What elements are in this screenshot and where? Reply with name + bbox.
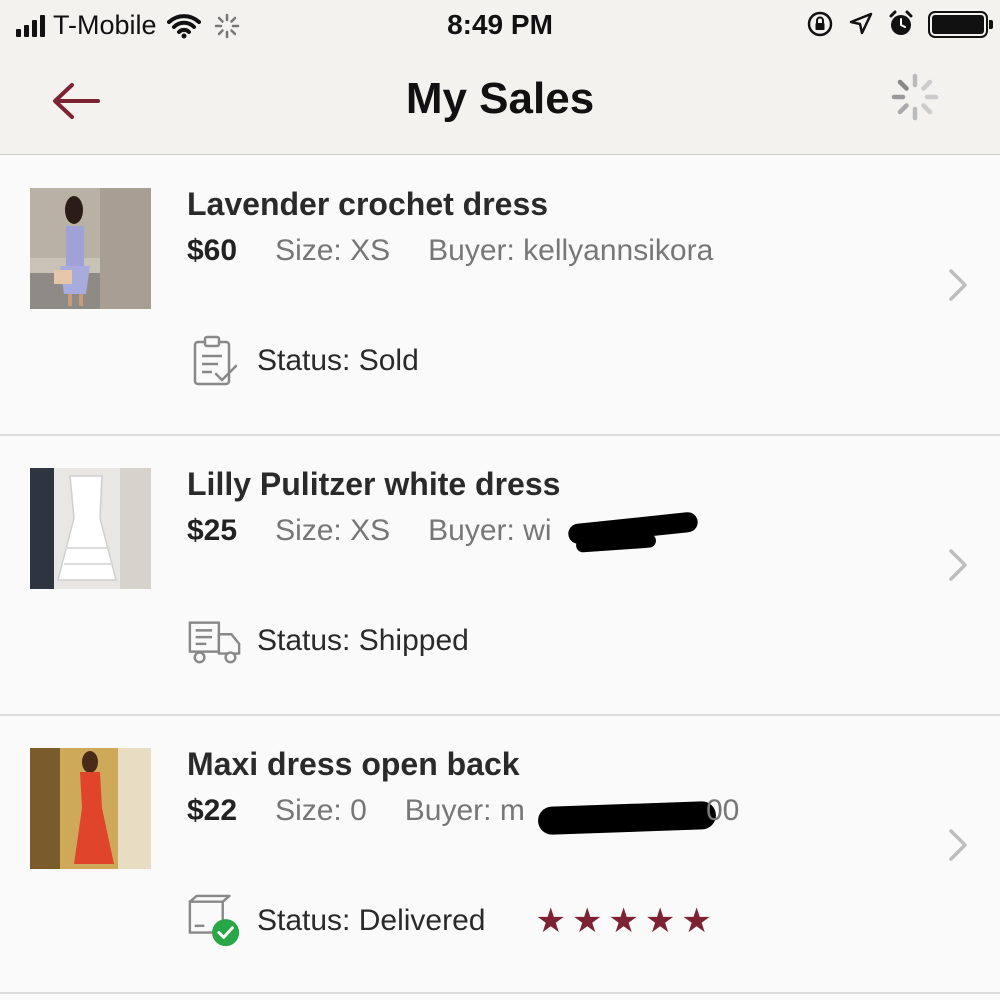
item-buyer-suffix: 00: [706, 794, 740, 827]
item-price: $25: [187, 514, 238, 547]
sale-item[interactable]: Lavender crochet dress $60 Size: XS Buye…: [0, 156, 1000, 436]
star-icon: ★: [608, 902, 639, 940]
star-icon: ★: [535, 902, 566, 940]
status-bar: T-Mobile 8:49 PM: [0, 0, 1000, 52]
star-icon: ★: [571, 902, 603, 940]
status-row: Status: Shipped: [187, 613, 469, 669]
item-size: Size: 0: [275, 794, 367, 827]
item-thumbnail: [30, 468, 151, 589]
redaction-mark: [537, 800, 717, 836]
item-price: $60: [187, 234, 238, 267]
sale-item[interactable]: Lilly Pulitzer white dress $25 Size: XS …: [0, 436, 1000, 716]
item-title: Lilly Pulitzer white dress: [187, 466, 561, 502]
item-details: $60 Size: XS Buyer: kellyannsikora: [187, 234, 713, 268]
item-size: Size: XS: [275, 514, 391, 547]
loading-spinner-icon: [891, 73, 939, 121]
item-title: Maxi dress open back: [187, 746, 520, 782]
battery-icon: [928, 10, 993, 38]
location-arrow-icon: [849, 12, 873, 35]
box-delivered-icon: [187, 893, 243, 949]
item-buyer: Buyer: m: [404, 794, 525, 827]
item-buyer: Buyer: kellyannsikora: [428, 234, 714, 267]
status-label: Status: Sold: [257, 344, 419, 377]
item-price: $22: [187, 794, 238, 827]
rotation-lock-icon: [807, 11, 833, 37]
star-icon: ★: [644, 902, 676, 940]
item-thumbnail: [30, 748, 151, 869]
status-label: Status: Delivered: [257, 904, 486, 937]
status-row: Status: Delivered ★ ★ ★ ★ ★: [187, 893, 712, 949]
truck-icon: [187, 613, 243, 669]
page-title: My Sales: [405, 74, 595, 123]
item-buyer: Buyer: wi: [428, 514, 552, 547]
sale-item[interactable]: Maxi dress open back $22 Size: 0 Buyer: …: [0, 716, 1000, 994]
item-title: Lavender crochet dress: [187, 186, 549, 222]
status-row: Status: Sold: [187, 333, 419, 389]
chevron-right-icon: [949, 829, 967, 861]
status-label: Status: Shipped: [257, 624, 469, 657]
rating-stars: ★ ★ ★ ★ ★: [535, 904, 711, 938]
clipboard-check-icon: [187, 333, 243, 389]
chevron-right-icon: [949, 269, 967, 301]
item-thumbnail: [30, 188, 151, 309]
star-icon: ★: [681, 902, 712, 940]
item-details: $22 Size: 0 Buyer: m: [187, 794, 525, 828]
chevron-right-icon: [949, 549, 967, 581]
item-details: $25 Size: XS Buyer: wi: [187, 514, 552, 548]
alarm-icon: [889, 10, 913, 35]
item-size: Size: XS: [275, 234, 391, 267]
sales-list: Lavender crochet dress $60 Size: XS Buye…: [0, 156, 1000, 994]
navigation-bar: My Sales: [0, 52, 1000, 155]
